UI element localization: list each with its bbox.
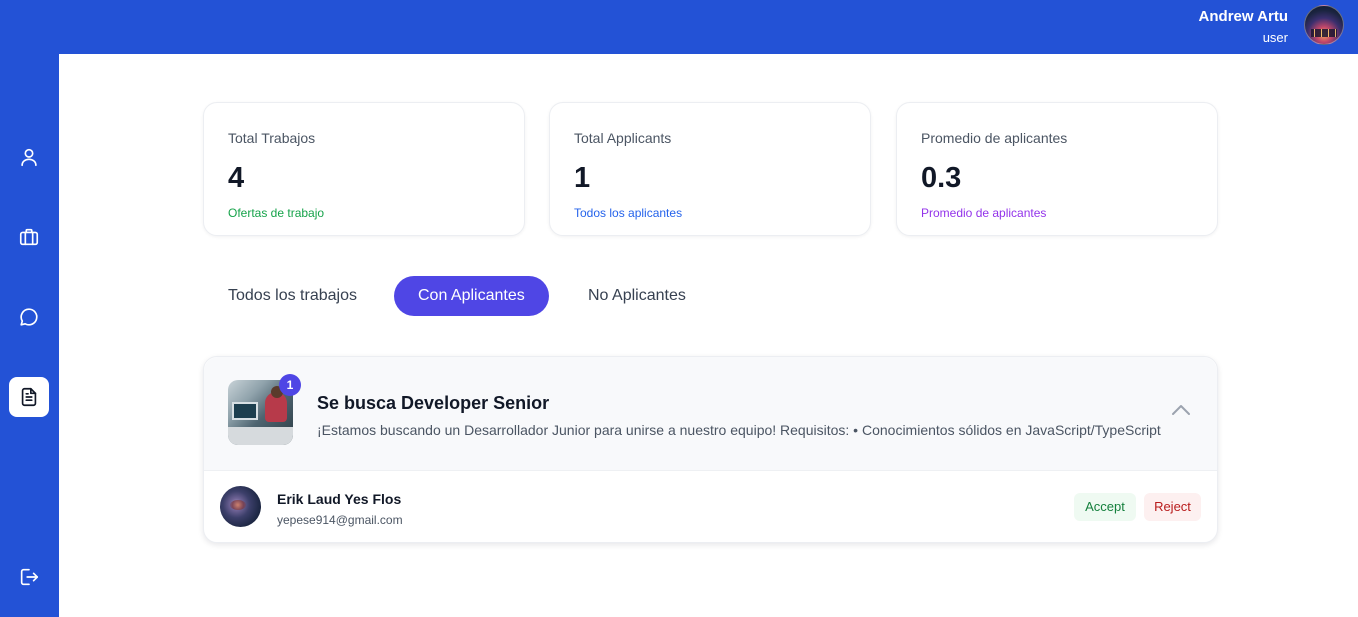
document-icon <box>21 387 37 407</box>
stat-card-total-jobs: Total Trabajos 4 Ofertas de trabajo <box>203 102 525 236</box>
applicant-avatar <box>220 486 261 527</box>
user-avatar[interactable] <box>1304 5 1344 45</box>
stat-card-total-applicants: Total Applicants 1 Todos los aplicantes <box>549 102 871 236</box>
stat-card-average-applicants: Promedio de aplicantes 0.3 Promedio de a… <box>896 102 1218 236</box>
stat-subtitle: Promedio de aplicantes <box>921 206 1047 220</box>
reject-button[interactable]: Reject <box>1144 493 1201 521</box>
briefcase-icon <box>19 228 39 246</box>
applicant-name: Erik Laud Yes Flos <box>277 491 402 507</box>
tab-with-applicants[interactable]: Con Aplicantes <box>394 276 549 316</box>
chevron-up-icon[interactable] <box>1171 403 1191 417</box>
sidebar-item-messages[interactable] <box>9 297 49 337</box>
user-name: Andrew Artu <box>1198 8 1288 25</box>
stat-subtitle: Ofertas de trabajo <box>228 206 325 220</box>
user-icon <box>21 148 37 167</box>
job-card: 1 Se busca Developer Senior ¡Estamos bus… <box>203 356 1218 543</box>
job-header[interactable]: 1 Se busca Developer Senior ¡Estamos bus… <box>204 357 1217 471</box>
stat-subtitle: Todos los aplicantes <box>574 206 683 220</box>
job-title: Se busca Developer Senior <box>317 393 550 413</box>
tab-no-applicants[interactable]: No Aplicantes <box>564 276 710 316</box>
sidebar-item-jobs[interactable] <box>9 217 49 257</box>
applicant-email: yepese914@gmail.com <box>277 513 403 527</box>
stat-label: Total Trabajos <box>228 130 316 146</box>
tab-all-jobs[interactable]: Todos los trabajos <box>204 276 381 316</box>
stat-value: 4 <box>228 162 245 194</box>
stat-label: Promedio de aplicantes <box>921 130 1068 146</box>
logout-button[interactable] <box>9 557 49 597</box>
stat-value: 0.3 <box>921 162 962 194</box>
applicant-count-badge: 1 <box>279 374 301 396</box>
stat-label: Total Applicants <box>574 130 672 146</box>
user-info[interactable]: Andrew Artu user <box>1199 7 1288 47</box>
top-bar: Andrew Artu user <box>0 0 1358 54</box>
stat-value: 1 <box>574 162 591 194</box>
job-description: ¡Estamos buscando un Desarrollador Junio… <box>317 422 1161 438</box>
chat-icon <box>20 308 38 326</box>
sidebar <box>0 54 59 617</box>
accept-button[interactable]: Accept <box>1074 493 1136 521</box>
logout-icon <box>20 568 39 586</box>
user-role: user <box>1262 30 1288 45</box>
sidebar-item-documents[interactable] <box>9 377 49 417</box>
sidebar-item-profile[interactable] <box>9 137 49 177</box>
